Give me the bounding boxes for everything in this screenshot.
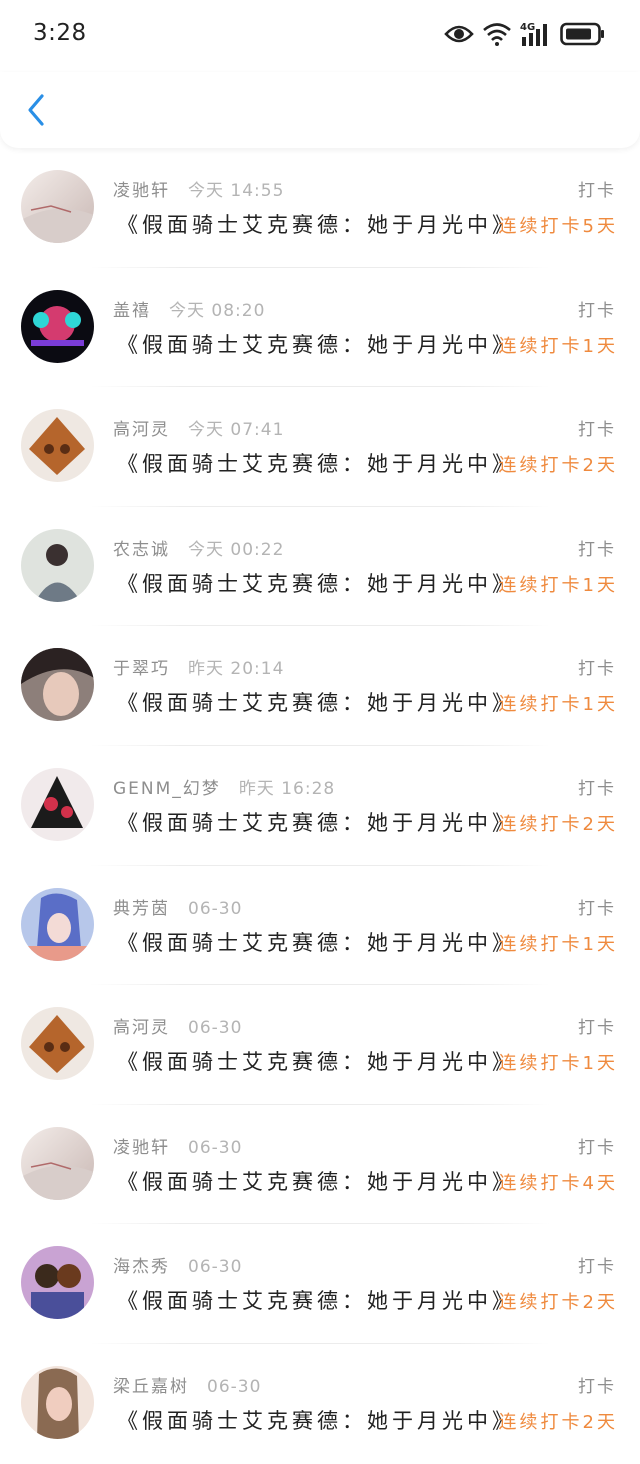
post-time: 今天 00:22 — [188, 539, 285, 560]
work-title[interactable]: 《假面骑士艾克赛德：她于月光中》 — [117, 1046, 517, 1076]
user-name: 海杰秀 06-30 — [113, 1257, 243, 1278]
user-name: 凌驰轩 今天 14:55 — [113, 181, 285, 201]
action-label: 打卡 — [578, 898, 616, 919]
streak-label: 连续打卡1天 — [498, 1053, 618, 1075]
avatar[interactable] — [21, 528, 94, 602]
avatar[interactable] — [21, 1126, 94, 1200]
user-name: 典芳茵 06-30 — [113, 898, 243, 919]
action-label: 打卡 — [578, 300, 616, 321]
streak-label: 连续打卡5天 — [498, 216, 618, 237]
list-item[interactable]: 凌驰轩 06-30 打卡 《假面骑士艾克赛德：她于月光中》 连续打卡4天 — [0, 1105, 640, 1225]
post-time: 06-30 — [188, 1257, 243, 1278]
network-label: 4G — [520, 22, 535, 33]
action-label: 打卡 — [578, 1257, 616, 1278]
list-item[interactable]: 于翠巧 昨天 20:14 打卡 《假面骑士艾克赛德：她于月光中》 连续打卡1天 — [0, 626, 640, 746]
action-label: 打卡 — [578, 778, 616, 799]
user-name: 农志诚 今天 00:22 — [113, 539, 285, 560]
avatar[interactable] — [21, 767, 94, 841]
streak-label: 连续打卡2天 — [498, 1411, 618, 1433]
streak-label: 连续打卡2天 — [498, 1292, 618, 1314]
post-time: 06-30 — [188, 898, 243, 919]
work-title[interactable]: 《假面骑士艾克赛德：她于月光中》 — [117, 807, 517, 837]
post-time: 今天 07:41 — [188, 420, 285, 441]
back-button[interactable] — [18, 90, 54, 130]
work-title[interactable]: 《假面骑士艾克赛德：她于月光中》 — [117, 1285, 517, 1315]
action-label: 打卡 — [578, 420, 616, 441]
list-item[interactable]: 高河灵 今天 07:41 打卡 《假面骑士艾克赛德：她于月光中》 连续打卡2天 — [0, 387, 640, 507]
signal-icon: 4G — [520, 22, 547, 46]
work-title[interactable]: 《假面骑士艾克赛德：她于月光中》 — [117, 687, 517, 717]
checkin-list: 凌驰轩 今天 14:55 打卡 《假面骑士艾克赛德：她于月光中》 连续打卡5天 盖… — [0, 148, 640, 1464]
status-bar: 3:28 4G — [0, 0, 640, 72]
user-name: 高河灵 今天 07:41 — [113, 420, 285, 441]
list-item[interactable]: 高河灵 06-30 打卡 《假面骑士艾克赛德：她于月光中》 连续打卡1天 — [0, 985, 640, 1105]
user-name: GENM_幻梦 昨天 16:28 — [113, 778, 336, 799]
post-time: 06-30 — [188, 1137, 243, 1158]
streak-label: 连续打卡1天 — [498, 574, 618, 596]
work-title[interactable]: 《假面骑士艾克赛德：她于月光中》 — [117, 1166, 517, 1196]
post-time: 06-30 — [207, 1376, 262, 1397]
list-item[interactable]: 海杰秀 06-30 打卡 《假面骑士艾克赛德：她于月光中》 连续打卡2天 — [0, 1224, 640, 1344]
work-title[interactable]: 《假面骑士艾克赛德：她于月光中》 — [117, 448, 517, 478]
work-title[interactable]: 《假面骑士艾克赛德：她于月光中》 — [117, 1405, 517, 1435]
post-time: 今天 08:20 — [169, 300, 266, 321]
streak-label: 连续打卡4天 — [498, 1172, 618, 1194]
action-label: 打卡 — [578, 539, 616, 560]
work-title[interactable]: 《假面骑士艾克赛德：她于月光中》 — [117, 209, 517, 239]
list-item[interactable]: 凌驰轩 今天 14:55 打卡 《假面骑士艾克赛德：她于月光中》 连续打卡5天 — [0, 148, 640, 268]
streak-label: 连续打卡1天 — [498, 694, 618, 716]
user-name: 于翠巧 昨天 20:14 — [113, 659, 285, 680]
streak-label: 连续打卡1天 — [498, 335, 618, 357]
avatar[interactable] — [21, 409, 94, 483]
avatar[interactable] — [21, 170, 94, 243]
eye-icon — [444, 25, 474, 43]
work-title[interactable]: 《假面骑士艾克赛德：她于月光中》 — [117, 568, 517, 598]
action-label: 打卡 — [578, 1137, 616, 1158]
list-item[interactable]: 农志诚 今天 00:22 打卡 《假面骑士艾克赛德：她于月光中》 连续打卡1天 — [0, 507, 640, 627]
avatar[interactable] — [21, 887, 94, 961]
post-time: 今天 14:55 — [188, 181, 285, 201]
status-time: 3:28 — [33, 20, 87, 46]
user-name: 盖禧 今天 08:20 — [113, 300, 266, 321]
user-name: 凌驰轩 06-30 — [113, 1137, 243, 1158]
list-item[interactable]: 梁丘嘉树 06-30 打卡 《假面骑士艾克赛德：她于月光中》 连续打卡2天 — [0, 1344, 640, 1464]
avatar[interactable] — [21, 1365, 94, 1439]
post-time: 昨天 16:28 — [238, 778, 336, 799]
list-item[interactable]: 盖禧 今天 08:20 打卡 《假面骑士艾克赛德：她于月光中》 连续打卡1天 — [0, 268, 640, 388]
work-title[interactable]: 《假面骑士艾克赛德：她于月光中》 — [117, 329, 517, 359]
streak-label: 连续打卡2天 — [498, 455, 618, 477]
list-item[interactable]: 典芳茵 06-30 打卡 《假面骑士艾克赛德：她于月光中》 连续打卡1天 — [0, 866, 640, 986]
user-name: 梁丘嘉树 06-30 — [113, 1376, 262, 1397]
avatar[interactable] — [21, 1007, 94, 1081]
post-time: 06-30 — [188, 1018, 243, 1039]
nav-bar — [0, 72, 640, 148]
avatar[interactable] — [21, 1246, 94, 1320]
action-label: 打卡 — [578, 1376, 616, 1397]
action-label: 打卡 — [578, 181, 616, 201]
streak-label: 连续打卡2天 — [498, 813, 618, 835]
avatar[interactable] — [21, 289, 94, 363]
action-label: 打卡 — [578, 659, 616, 680]
list-item[interactable]: GENM_幻梦 昨天 16:28 打卡 《假面骑士艾克赛德：她于月光中》 连续打卡… — [0, 746, 640, 866]
avatar[interactable] — [21, 648, 94, 722]
streak-label: 连续打卡1天 — [498, 933, 618, 955]
user-name: 高河灵 06-30 — [113, 1018, 243, 1039]
action-label: 打卡 — [578, 1018, 616, 1039]
work-title[interactable]: 《假面骑士艾克赛德：她于月光中》 — [117, 927, 517, 957]
chevron-left-icon — [28, 94, 44, 126]
battery-icon — [560, 22, 604, 46]
wifi-icon — [483, 23, 511, 46]
status-icons: 4G — [444, 18, 606, 50]
post-time: 昨天 20:14 — [188, 659, 285, 680]
